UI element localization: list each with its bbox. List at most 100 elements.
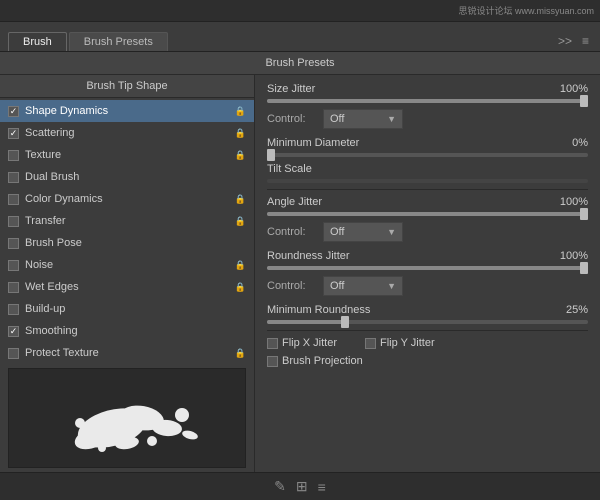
- brush-list-item[interactable]: Texture🔒: [0, 144, 254, 166]
- flip-y-checkbox[interactable]: Flip Y Jitter: [365, 337, 435, 349]
- brush-item-label: Brush Pose: [25, 237, 246, 249]
- brush-list-item[interactable]: Brush Pose: [0, 232, 254, 254]
- select-arrow-2-icon: ▼: [387, 227, 396, 237]
- brush-preview: [8, 368, 246, 468]
- size-jitter-control-row: Control: Off ▼: [267, 109, 588, 129]
- brush-item-label: Protect Texture: [25, 347, 235, 359]
- roundness-jitter-row: Roundness Jitter 100%: [267, 250, 588, 262]
- min-diameter-thumb[interactable]: [267, 149, 275, 161]
- flip-y-cb: [365, 338, 376, 349]
- roundness-jitter-value: 100%: [553, 250, 588, 262]
- tab-brush[interactable]: Brush: [8, 32, 67, 51]
- grid-icon[interactable]: ⊞: [296, 478, 308, 495]
- roundness-jitter-control-row: Control: Off ▼: [267, 276, 588, 296]
- brush-list-item[interactable]: ✓Shape Dynamics🔒: [0, 100, 254, 122]
- tilt-scale-slider[interactable]: [267, 179, 588, 183]
- angle-jitter-slider[interactable]: [267, 212, 588, 216]
- flip-x-cb: [267, 338, 278, 349]
- angle-jitter-value: 100%: [553, 196, 588, 208]
- angle-jitter-label: Angle Jitter: [267, 196, 553, 208]
- watermark: 思锐设计论坛 www.missyuan.com: [6, 4, 594, 17]
- size-jitter-row: Size Jitter 100%: [267, 83, 588, 95]
- brush-item-label: Build-up: [25, 303, 246, 315]
- brush-list-item[interactable]: Dual Brush: [0, 166, 254, 188]
- brush-item-label: Transfer: [25, 215, 235, 227]
- lock-icon: 🔒: [235, 106, 246, 117]
- brush-presets-header: Brush Presets: [0, 52, 600, 75]
- brush-list-item[interactable]: Transfer🔒: [0, 210, 254, 232]
- min-diameter-label: Minimum Diameter: [267, 137, 553, 149]
- tab-icons: >> ≡: [555, 33, 592, 51]
- angle-jitter-fill: [267, 212, 588, 216]
- brush-preview-svg: [12, 373, 242, 463]
- brush-projection-row: Brush Projection: [267, 355, 588, 367]
- size-jitter-slider[interactable]: [267, 99, 588, 103]
- size-jitter-control-label: Control:: [267, 113, 317, 125]
- lock-icon: 🔒: [235, 194, 246, 205]
- roundness-jitter-slider[interactable]: [267, 266, 588, 270]
- lock-icon: 🔒: [235, 260, 246, 271]
- min-roundness-slider[interactable]: [267, 320, 588, 324]
- brush-item-checkbox: [8, 348, 19, 359]
- divider-2: [267, 330, 588, 331]
- flip-y-label: Flip Y Jitter: [380, 337, 435, 349]
- brush-item-label: Noise: [25, 259, 235, 271]
- brush-list: ✓Shape Dynamics🔒✓Scattering🔒Texture🔒Dual…: [0, 98, 254, 364]
- brush-item-checkbox: [8, 260, 19, 271]
- brush-list-item[interactable]: Build-up: [0, 298, 254, 320]
- edit-icon[interactable]: ✎: [274, 478, 286, 495]
- tab-menu-icon[interactable]: ≡: [579, 33, 592, 49]
- size-jitter-thumb[interactable]: [580, 95, 588, 107]
- tab-brush-presets[interactable]: Brush Presets: [69, 32, 168, 51]
- roundness-jitter-thumb[interactable]: [580, 262, 588, 274]
- brush-item-checkbox: [8, 172, 19, 183]
- select-arrow-icon: ▼: [387, 114, 396, 124]
- size-jitter-fill: [267, 99, 588, 103]
- roundness-jitter-fill: [267, 266, 588, 270]
- brush-item-label: Scattering: [25, 127, 235, 139]
- brush-projection-checkbox[interactable]: Brush Projection: [267, 355, 363, 367]
- angle-jitter-row: Angle Jitter 100%: [267, 196, 588, 208]
- brush-list-item[interactable]: Color Dynamics🔒: [0, 188, 254, 210]
- angle-jitter-thumb[interactable]: [580, 208, 588, 220]
- brush-list-item[interactable]: Protect Texture🔒: [0, 342, 254, 364]
- brush-projection-cb: [267, 356, 278, 367]
- brush-list-item[interactable]: Wet Edges🔒: [0, 276, 254, 298]
- brush-item-checkbox: [8, 238, 19, 249]
- flip-x-label: Flip X Jitter: [282, 337, 337, 349]
- min-diameter-slider[interactable]: [267, 153, 588, 157]
- menu-icon[interactable]: ≡: [318, 479, 326, 495]
- roundness-jitter-control-label: Control:: [267, 280, 317, 292]
- size-jitter-control-select[interactable]: Off ▼: [323, 109, 403, 129]
- lock-icon: 🔒: [235, 282, 246, 293]
- brush-list-item[interactable]: ✓Scattering🔒: [0, 122, 254, 144]
- min-diameter-row: Minimum Diameter 0%: [267, 137, 588, 149]
- min-roundness-label: Minimum Roundness: [267, 304, 553, 316]
- main-content: Brush Tip Shape ✓Shape Dynamics🔒✓Scatter…: [0, 75, 600, 472]
- roundness-jitter-control-select[interactable]: Off ▼: [323, 276, 403, 296]
- brush-item-checkbox: ✓: [8, 106, 19, 117]
- brush-item-checkbox: ✓: [8, 326, 19, 337]
- tab-bar: Brush Brush Presets >> ≡: [0, 22, 600, 52]
- flip-row: Flip X Jitter Flip Y Jitter: [267, 337, 588, 349]
- lock-icon: 🔒: [235, 150, 246, 161]
- brush-tip-shape-header: Brush Tip Shape: [0, 75, 254, 98]
- min-roundness-fill: [267, 320, 347, 324]
- min-roundness-thumb[interactable]: [341, 316, 349, 328]
- lock-icon: 🔒: [235, 348, 246, 359]
- flip-x-checkbox[interactable]: Flip X Jitter: [267, 337, 337, 349]
- brush-list-item[interactable]: ✓Smoothing: [0, 320, 254, 342]
- brush-panel: 思锐设计论坛 www.missyuan.com Brush Brush Pres…: [0, 0, 600, 500]
- brush-list-item[interactable]: Noise🔒: [0, 254, 254, 276]
- brush-item-checkbox: [8, 150, 19, 161]
- angle-jitter-control-row: Control: Off ▼: [267, 222, 588, 242]
- angle-jitter-control-select[interactable]: Off ▼: [323, 222, 403, 242]
- roundness-jitter-label: Roundness Jitter: [267, 250, 553, 262]
- tilt-scale-row: Tilt Scale: [267, 163, 588, 175]
- left-panel: Brush Tip Shape ✓Shape Dynamics🔒✓Scatter…: [0, 75, 255, 472]
- top-bar: 思锐设计论坛 www.missyuan.com: [0, 0, 600, 22]
- tab-forward-icon[interactable]: >>: [555, 33, 575, 49]
- lock-icon: 🔒: [235, 216, 246, 227]
- brush-item-checkbox: [8, 194, 19, 205]
- brush-item-checkbox: [8, 304, 19, 315]
